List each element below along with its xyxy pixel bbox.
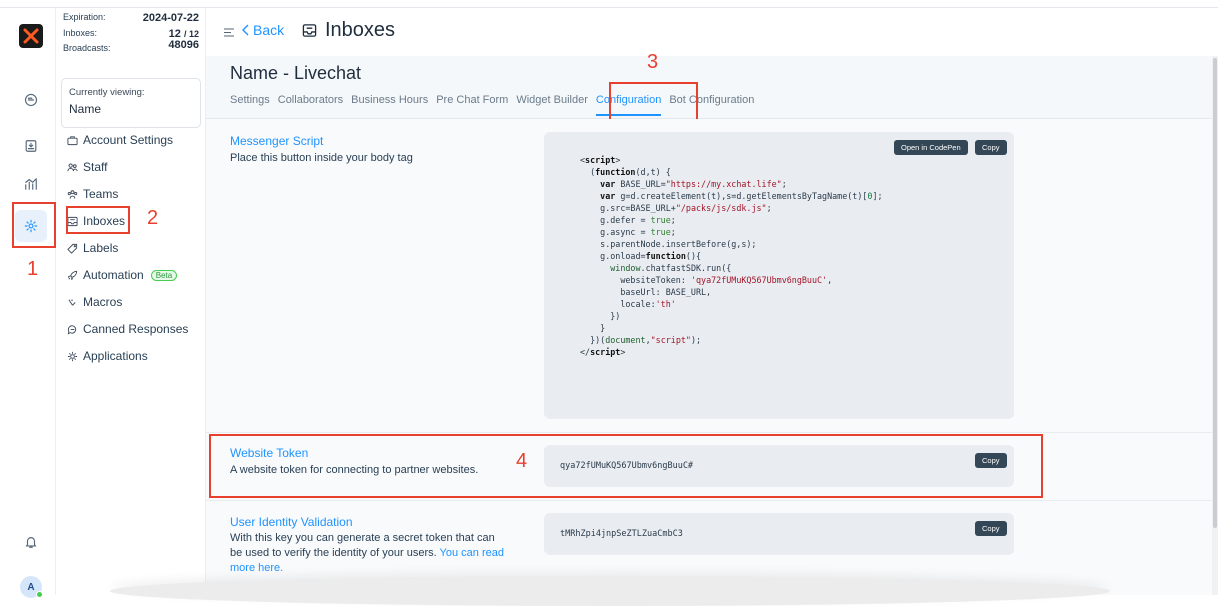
annotation-number-1: 1 (27, 258, 39, 280)
apps-icon (67, 351, 78, 362)
teams-icon (67, 189, 78, 200)
beta-badge: Beta (150, 269, 178, 281)
menu-toggle-icon[interactable] (224, 26, 234, 40)
messenger-script-code-block: Open in CodePen Copy <script> (function(… (544, 132, 1014, 419)
sidebar-item-label: Applications (83, 349, 148, 363)
sidebar-item-staff[interactable]: Staff (67, 158, 107, 176)
tab-collaborators[interactable]: Collaborators (278, 94, 343, 106)
broadcasts-value: 48096 (168, 39, 199, 51)
copy-script-button[interactable]: Copy (975, 140, 1007, 155)
app-logo[interactable] (19, 24, 43, 48)
currently-viewing-label: Currently viewing: (69, 87, 145, 98)
messenger-script-section: Messenger Script Place this button insid… (206, 119, 1212, 433)
sidebar-item-labels[interactable]: Labels (67, 239, 118, 257)
tag-icon (67, 243, 78, 254)
reports-icon[interactable] (19, 172, 43, 196)
inboxes-count-label: Inboxes: (63, 28, 98, 38)
rocket-icon (67, 270, 78, 281)
back-label: Back (253, 22, 285, 38)
sidebar-item-canned-responses[interactable]: Canned Responses (67, 320, 188, 338)
identity-validation-title: User Identity Validation (230, 515, 353, 529)
identity-token-box: tMRhZpi4jnpSeZTLZuaCmbC3 Copy (544, 513, 1014, 555)
current-account-name: Name (69, 102, 102, 116)
annotation-box-1 (12, 202, 56, 248)
scrollbar-thumb[interactable] (1213, 58, 1217, 528)
annotation-number-3: 3 (647, 51, 659, 73)
sidebar-item-label: Staff (83, 160, 108, 174)
primary-rail: 1 A (0, 8, 56, 598)
inbox-settings-header: Name - Livechat Settings Collaborators B… (206, 51, 1212, 126)
scrollbar[interactable] (1212, 56, 1218, 595)
page-heading-text: Inboxes (325, 19, 396, 41)
tab-pre-chat-form[interactable]: Pre Chat Form (436, 94, 508, 106)
bottom-overlay-edge (110, 576, 1110, 606)
sidebar-item-label: Automation (83, 268, 144, 282)
tab-settings[interactable]: Settings (230, 94, 270, 106)
annotation-box-2 (66, 206, 130, 234)
expiration-label: Expiration: (63, 12, 106, 22)
conversations-icon[interactable] (19, 88, 43, 112)
messenger-script-code[interactable]: <script> (function(d,t) { var BASE_URL="… (580, 154, 883, 358)
identity-validation-desc: With this key you can generate a secret … (230, 532, 504, 574)
sidebar-item-account-settings[interactable]: Account Settings (67, 131, 173, 149)
expiration-value: 2024-07-22 (142, 12, 199, 24)
broadcasts-row: Broadcasts: 48096 (63, 39, 199, 53)
page-heading: Inboxes (302, 19, 395, 42)
sidebar-item-label: Macros (83, 295, 123, 309)
sidebar-item-applications[interactable]: Applications (67, 347, 148, 365)
tab-widget-builder[interactable]: Widget Builder (516, 94, 588, 106)
sidebar-item-teams[interactable]: Teams (67, 185, 118, 203)
sidebar-item-automation[interactable]: Automation Beta (67, 266, 178, 284)
website-token-section: Website Token A website token for connec… (206, 433, 1212, 501)
notifications-bell-icon[interactable] (19, 530, 43, 554)
page-header: Back Inboxes (206, 8, 1218, 56)
sidebar-item-label: Teams (83, 187, 119, 201)
configuration-content: Messenger Script Place this button insid… (206, 119, 1212, 595)
identity-token-value[interactable]: tMRhZpi4jnpSeZTLZuaCmbC3 (560, 529, 683, 539)
annotation-number-2: 2 (147, 207, 159, 229)
settings-sidebar: Expiration: 2024-07-22 Inboxes: 12 / 12 … (56, 8, 206, 595)
sidebar-item-label: Canned Responses (83, 322, 189, 336)
back-button[interactable]: Back (242, 22, 284, 38)
chevron-left-icon (242, 24, 249, 36)
inbox-icon (302, 24, 317, 37)
inbox-name-title: Name - Livechat (230, 63, 362, 83)
sidebar-item-label: Labels (83, 241, 119, 255)
annotation-number-4: 4 (516, 450, 528, 472)
sidebar-item-macros[interactable]: Macros (67, 293, 122, 311)
account-switcher[interactable]: Currently viewing: Name (61, 78, 201, 128)
chat-bubbles-icon (67, 324, 78, 335)
sidebar-item-label: Account Settings (83, 133, 174, 147)
messenger-script-desc: Place this button inside your body tag (230, 152, 413, 164)
broadcasts-label: Broadcasts: (63, 43, 111, 53)
tab-business-hours[interactable]: Business Hours (351, 94, 428, 106)
macros-icon (67, 297, 78, 308)
briefcase-icon (67, 135, 78, 146)
expiration-row: Expiration: 2024-07-22 (63, 12, 199, 24)
contacts-icon[interactable] (19, 134, 43, 158)
messenger-script-title: Messenger Script (230, 134, 324, 148)
copy-identity-token-button[interactable]: Copy (975, 521, 1007, 536)
open-in-codepen-button[interactable]: Open in CodePen (894, 140, 968, 155)
people-icon (67, 162, 78, 173)
annotation-box-4 (209, 434, 1043, 498)
